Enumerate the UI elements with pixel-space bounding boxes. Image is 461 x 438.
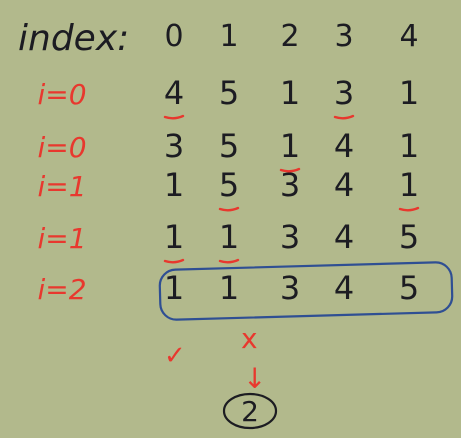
column-index-4: 4 bbox=[399, 19, 418, 54]
cell-r1-c0: 3 bbox=[164, 127, 184, 165]
cell-r2-c4: 1 bbox=[399, 166, 419, 204]
cell-r4-c4: 5 bbox=[399, 269, 419, 307]
column-index-1: 1 bbox=[219, 19, 238, 54]
cell-r2-c1: 5 bbox=[219, 166, 239, 204]
cell-r4-c1: 1 bbox=[219, 269, 239, 307]
cell-r1-c3: 4 bbox=[334, 127, 354, 165]
row-label-1: i=0 bbox=[37, 131, 86, 164]
cell-r3-c1: 1 bbox=[219, 218, 239, 256]
column-index-3: 3 bbox=[334, 19, 353, 54]
cell-r1-c4: 1 bbox=[399, 127, 419, 165]
whiteboard: index: 01234 i=0i=0i=1i=1i=2 4 5 1 3 13 5 1 4 11… bbox=[0, 0, 461, 438]
cell-r0-c3: 3 bbox=[334, 74, 354, 112]
cell-r3-c2: 3 bbox=[280, 218, 300, 256]
cell-r3-c4: 5 bbox=[399, 218, 419, 256]
index-header: index: bbox=[18, 18, 129, 59]
cell-r1-c2: 1 bbox=[280, 127, 300, 165]
row-label-2: i=1 bbox=[37, 170, 86, 203]
cell-r0-c1: 5 bbox=[219, 74, 239, 112]
column-index-0: 0 bbox=[164, 19, 183, 54]
cell-r2-c0: 1 bbox=[164, 166, 184, 204]
cell-r0-c4: 1 bbox=[399, 74, 419, 112]
row-label-3: i=1 bbox=[37, 222, 86, 255]
check-mark-icon: ✓ bbox=[164, 341, 186, 371]
index-label: index: bbox=[18, 18, 129, 59]
cell-r1-c1: 5 bbox=[219, 127, 239, 165]
row-label-0: i=0 bbox=[37, 78, 86, 111]
answer-value: 2 bbox=[241, 395, 259, 428]
row-label-4: i=2 bbox=[37, 273, 86, 306]
cell-r0-c2: 1 bbox=[280, 74, 300, 112]
cell-r3-c0: 1 bbox=[164, 218, 184, 256]
cell-r3-c3: 4 bbox=[334, 218, 354, 256]
cross-mark: x bbox=[241, 322, 258, 355]
column-index-2: 2 bbox=[280, 19, 299, 54]
cell-r2-c3: 4 bbox=[334, 166, 354, 204]
down-arrow-icon: ↓ bbox=[243, 362, 266, 395]
cell-r0-c0: 4 bbox=[164, 74, 184, 112]
cell-r4-c0: 1 bbox=[164, 269, 184, 307]
cell-r4-c3: 4 bbox=[334, 269, 354, 307]
cell-r4-c2: 3 bbox=[280, 269, 300, 307]
